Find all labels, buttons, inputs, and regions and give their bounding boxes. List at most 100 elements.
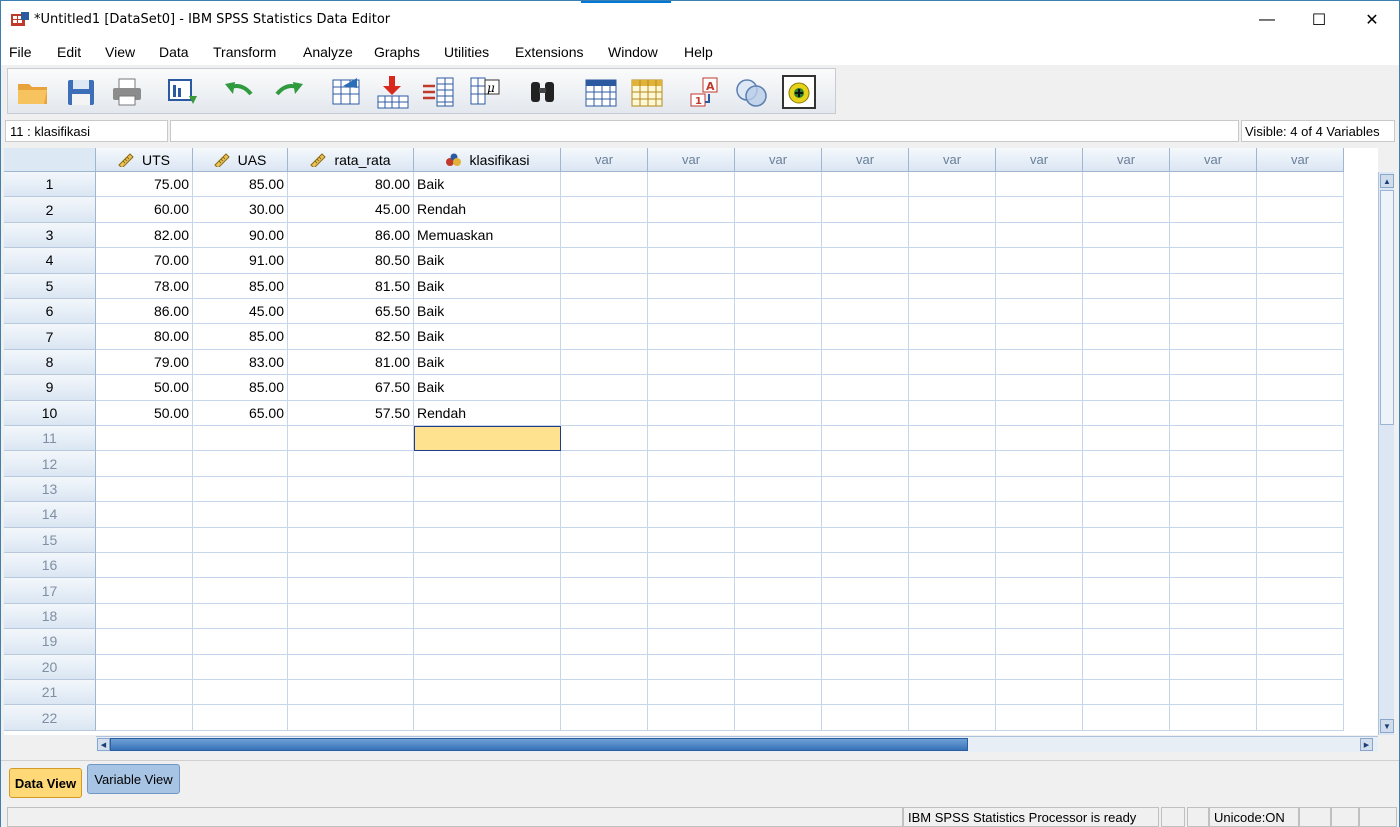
table-cell[interactable]	[822, 299, 909, 325]
table-cell[interactable]	[1083, 578, 1170, 604]
cell-reference-field[interactable]: 11 : klasifikasi	[5, 120, 168, 142]
table-cell[interactable]	[735, 273, 822, 299]
table-cell[interactable]	[1257, 603, 1344, 630]
table-cell[interactable]	[996, 502, 1083, 528]
table-cell[interactable]: 81.50	[288, 273, 414, 299]
table-cell[interactable]	[414, 578, 561, 604]
table-cell[interactable]	[1257, 426, 1344, 452]
table-cell[interactable]	[1170, 451, 1257, 477]
menu-analyze[interactable]: Analyze	[303, 44, 353, 60]
table-cell[interactable]	[96, 629, 193, 655]
table-cell[interactable]	[1083, 400, 1170, 426]
column-header-var[interactable]: var	[561, 148, 648, 172]
table-cell[interactable]	[1257, 273, 1344, 299]
table-cell[interactable]: Baik	[414, 349, 561, 376]
table-cell[interactable]	[1257, 680, 1344, 706]
table-cell[interactable]: 45.00	[288, 197, 414, 223]
table-cell[interactable]	[1083, 680, 1170, 706]
table-cell[interactable]	[648, 299, 735, 325]
table-cell[interactable]	[996, 680, 1083, 706]
table-cell[interactable]	[648, 197, 735, 223]
table-cell[interactable]	[909, 680, 996, 706]
table-cell[interactable]	[648, 222, 735, 249]
table-cell[interactable]: 60.00	[96, 197, 193, 223]
column-header-var[interactable]: var	[1170, 148, 1257, 172]
table-cell[interactable]: 57.50	[288, 400, 414, 426]
table-cell[interactable]	[909, 553, 996, 579]
table-cell[interactable]	[96, 527, 193, 553]
table-cell[interactable]	[96, 705, 193, 731]
table-cell[interactable]: 80.00	[96, 324, 193, 350]
table-cell[interactable]	[561, 324, 648, 350]
table-cell[interactable]	[1257, 324, 1344, 350]
table-cell[interactable]	[96, 654, 193, 680]
table-cell[interactable]	[996, 222, 1083, 249]
table-cell[interactable]	[414, 451, 561, 477]
scroll-down-arrow-icon[interactable]: ▼	[1380, 719, 1394, 733]
table-cell[interactable]	[1257, 172, 1344, 198]
table-cell[interactable]	[1257, 375, 1344, 401]
table-cell[interactable]	[996, 299, 1083, 325]
table-cell[interactable]	[996, 324, 1083, 350]
undo-icon[interactable]	[221, 74, 257, 110]
column-header-klasifikasi[interactable]: klasifikasi	[414, 148, 561, 172]
table-cell[interactable]	[735, 349, 822, 376]
table-cell[interactable]	[414, 705, 561, 731]
insert-variable-icon[interactable]	[629, 74, 665, 110]
table-cell[interactable]	[909, 375, 996, 401]
table-cell[interactable]	[1257, 349, 1344, 376]
table-cell[interactable]	[909, 197, 996, 223]
table-cell[interactable]	[996, 578, 1083, 604]
table-cell[interactable]	[96, 426, 193, 452]
table-cell[interactable]	[561, 400, 648, 426]
table-cell[interactable]	[996, 527, 1083, 553]
table-cell[interactable]	[561, 629, 648, 655]
table-cell[interactable]	[648, 426, 735, 452]
menu-file[interactable]: File	[9, 44, 32, 60]
table-cell[interactable]: Rendah	[414, 197, 561, 223]
pane-splitter[interactable]	[1, 753, 1399, 760]
table-cell[interactable]: 85.00	[193, 375, 288, 401]
table-cell[interactable]	[822, 451, 909, 477]
table-cell[interactable]	[561, 197, 648, 223]
table-cell[interactable]	[1257, 629, 1344, 655]
table-cell[interactable]	[288, 426, 414, 452]
close-button[interactable]: ✕	[1346, 1, 1398, 39]
table-cell[interactable]	[1170, 502, 1257, 528]
table-cell[interactable]	[193, 680, 288, 706]
table-cell[interactable]	[822, 197, 909, 223]
use-sets-icon[interactable]	[781, 74, 817, 110]
table-cell[interactable]	[1083, 451, 1170, 477]
row-header[interactable]: 22	[4, 705, 96, 731]
table-cell[interactable]	[1257, 654, 1344, 680]
table-cell[interactable]	[996, 172, 1083, 198]
table-cell[interactable]	[735, 527, 822, 553]
table-cell[interactable]	[1257, 705, 1344, 731]
table-cell[interactable]: Baik	[414, 172, 561, 198]
table-cell[interactable]	[193, 553, 288, 579]
table-cell[interactable]	[1083, 172, 1170, 198]
table-cell[interactable]	[1170, 680, 1257, 706]
table-cell[interactable]: 80.00	[288, 172, 414, 198]
table-cell[interactable]	[193, 426, 288, 452]
split-file-icon[interactable]: A1	[687, 74, 723, 110]
table-cell[interactable]	[822, 629, 909, 655]
table-cell[interactable]: Baik	[414, 248, 561, 274]
row-header[interactable]: 5	[4, 273, 96, 299]
table-cell[interactable]	[1170, 273, 1257, 299]
table-cell[interactable]	[735, 324, 822, 350]
table-cell[interactable]	[414, 553, 561, 579]
table-cell[interactable]	[561, 578, 648, 604]
table-cell[interactable]	[735, 451, 822, 477]
scroll-right-arrow-icon[interactable]: ▶	[1360, 738, 1373, 751]
column-header-rata-rata[interactable]: rata_rata	[288, 148, 414, 172]
menu-extensions[interactable]: Extensions	[515, 44, 583, 60]
table-cell[interactable]	[648, 349, 735, 376]
column-header-var[interactable]: var	[822, 148, 909, 172]
table-cell[interactable]	[735, 400, 822, 426]
table-cell[interactable]	[1257, 578, 1344, 604]
table-cell[interactable]	[909, 324, 996, 350]
table-cell[interactable]	[909, 527, 996, 553]
table-cell[interactable]: 86.00	[288, 222, 414, 249]
table-cell[interactable]	[648, 375, 735, 401]
